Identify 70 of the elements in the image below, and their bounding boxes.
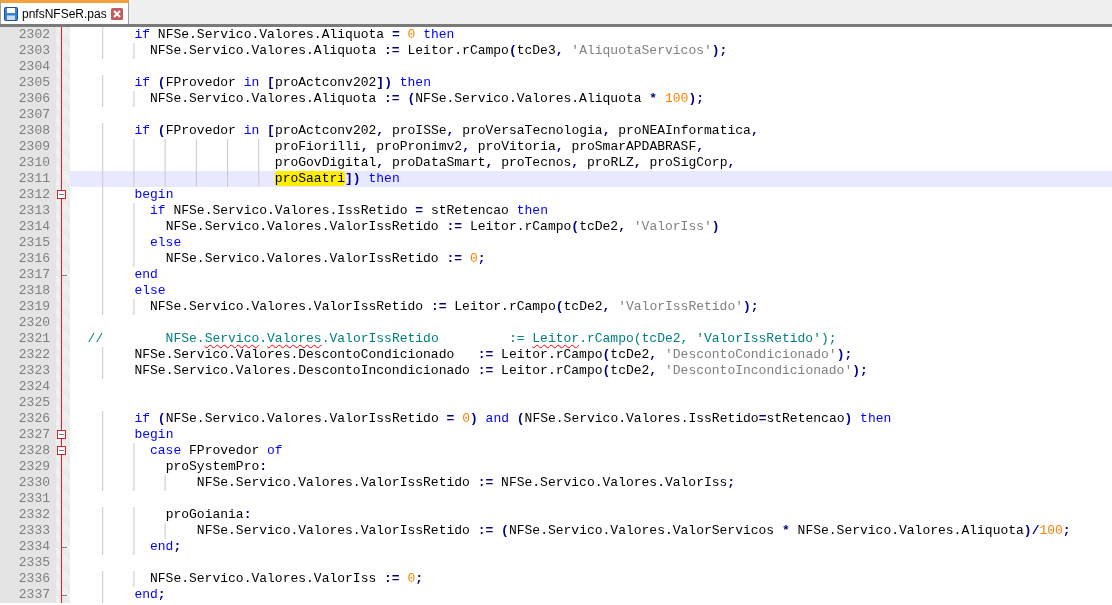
code-line: proSystemPro: (70, 459, 1112, 475)
line-number: 2334 (0, 539, 56, 555)
line-number: 2329 (0, 459, 56, 475)
code-line: case FProvedor of (70, 443, 1112, 459)
code-line: if (FProvedor in [proActconv202]) then (70, 75, 1112, 91)
code-line: NFSe.Servico.Valores.Aliquota := (NFSe.Servico.Valores.Aliquota * 100); (70, 91, 1112, 107)
line-number: 2319 (0, 299, 56, 315)
code-line: if (FProvedor in [proActconv202, proISSe, proVersaTecnologia, proNEAInformatica, (70, 123, 1112, 139)
code-line: proGovDigital, proDataSmart, proTecnos, proRLZ, proSigCorp, (70, 155, 1112, 171)
line-number: 2302 (0, 27, 56, 43)
line-number: 2306 (0, 91, 56, 107)
line-number: 2321 (0, 331, 56, 347)
code-line: NFSe.Servico.Valores.DescontoIncondicionado := Leitor.rCampo(tcDe2, 'DescontoIncondicionado'); (70, 363, 1112, 379)
code-line: NFSe.Servico.Valores.ValorIssRetido := Leitor.rCampo(tcDe2, 'ValorIssRetido'); (70, 299, 1112, 315)
line-number: 2304 (0, 59, 56, 75)
code-line: NFSe.Servico.Valores.ValorIssRetido := (NFSe.Servico.Valores.ValorServicos * NFSe.Servico.Valores.Aliquota)/100; (70, 523, 1112, 539)
line-number: 2331 (0, 491, 56, 507)
line-number: 2317 (0, 267, 56, 283)
code-line: NFSe.Servico.Valores.DescontoCondicionado := Leitor.rCampo(tcDe2, 'DescontoCondicionado'); (70, 347, 1112, 363)
line-number: 2325 (0, 395, 56, 411)
code-line: end; (70, 539, 1112, 555)
code-line: NFSe.Servico.Valores.ValorIssRetido := Leitor.rCampo(tcDe2, 'ValorIss') (70, 219, 1112, 235)
line-number: 2316 (0, 251, 56, 267)
line-number: 2305 (0, 75, 56, 91)
code-line: end (70, 267, 1112, 283)
code-line: begin (70, 187, 1112, 203)
code-line: else (70, 235, 1112, 251)
code-line: if NFSe.Servico.Valores.Aliquota = 0 then (70, 27, 1112, 43)
code-line: proFiorilli, proPronimv2, proVitoria, proSmarAPDABRASF, (70, 139, 1112, 155)
line-number: 2337 (0, 587, 56, 603)
code-line: // NFSe.Servico.Valores.ValorIssRetido := Leitor.rCampo(tcDe2, 'ValorIssRetido'); (70, 331, 1112, 347)
line-number: 2326 (0, 411, 56, 427)
line-number: 2312 (0, 187, 56, 203)
line-number: 2322 (0, 347, 56, 363)
line-number: 2333 (0, 523, 56, 539)
line-number: 2307 (0, 107, 56, 123)
line-number: 2328 (0, 443, 56, 459)
line-number: 2335 (0, 555, 56, 571)
line-number: 2332 (0, 507, 56, 523)
line-number: 2309 (0, 139, 56, 155)
save-icon (4, 6, 18, 21)
code-line: NFSe.Servico.Valores.ValorIss := 0; (70, 571, 1112, 587)
code-line: else (70, 283, 1112, 299)
line-number: 2336 (0, 571, 56, 587)
code-line: NFSe.Servico.Valores.ValorIssRetido := 0; (70, 251, 1112, 267)
line-number: 2330 (0, 475, 56, 491)
fold-minus-icon[interactable] (57, 446, 66, 455)
code-line: end; (70, 587, 1112, 603)
line-number: 2320 (0, 315, 56, 331)
line-number: 2308 (0, 123, 56, 139)
code-line: if (NFSe.Servico.Valores.ValorIssRetido = 0) and (NFSe.Servico.Valores.IssRetido=stRetencao) then (70, 411, 1112, 427)
line-number: 2310 (0, 155, 56, 171)
line-number: 2318 (0, 283, 56, 299)
line-number: 2324 (0, 379, 56, 395)
code-line: if NFSe.Servico.Valores.IssRetido = stRetencao then (70, 203, 1112, 219)
close-icon[interactable] (110, 7, 123, 20)
line-number: 2315 (0, 235, 56, 251)
fold-minus-icon[interactable] (57, 190, 66, 199)
line-number: 2323 (0, 363, 56, 379)
line-number: 2327 (0, 427, 56, 443)
line-number: 2314 (0, 219, 56, 235)
code-line: NFSe.Servico.Valores.ValorIssRetido := NFSe.Servico.Valores.ValorIss; (70, 475, 1112, 491)
code-line: begin (70, 427, 1112, 443)
line-number: 2303 (0, 43, 56, 59)
code-line: proGoiania: (70, 507, 1112, 523)
fold-minus-icon[interactable] (57, 430, 66, 439)
file-tab[interactable]: pnfsNFSeR.pas (0, 0, 129, 24)
line-number: 2311 (0, 171, 56, 187)
line-number: 2313 (0, 203, 56, 219)
code-line: NFSe.Servico.Valores.Aliquota := Leitor.rCampo(tcDe3, 'AliquotaServicos'); (70, 43, 1112, 59)
